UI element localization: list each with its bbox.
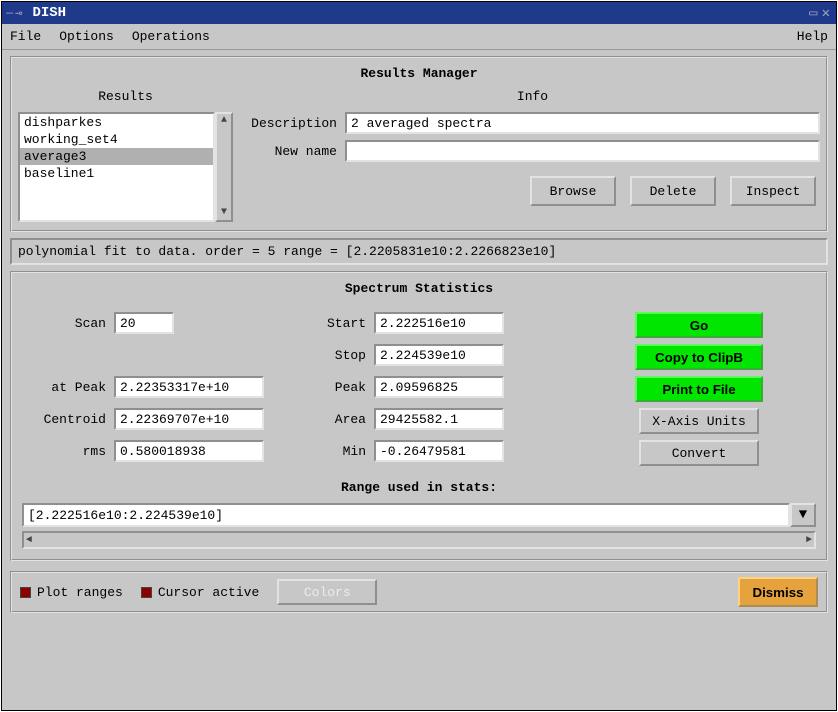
window-title: DISH [26,5,66,21]
scroll-left-icon[interactable]: ◄ [26,535,32,546]
dismiss-button[interactable]: Dismiss [738,577,818,607]
chevron-down-icon: ▼ [799,507,807,523]
plot-ranges-label: Plot ranges [37,585,123,600]
range-title: Range used in stats: [16,480,822,495]
browse-button[interactable]: Browse [530,176,616,206]
titlebar-left-icons: — ⊸ [2,6,26,21]
cursor-active-checkbox[interactable]: Cursor active [141,585,259,600]
app-window: — ⊸ DISH ▭ ✕ File Options Operations Hel… [1,1,837,711]
menu-help[interactable]: Help [797,29,828,44]
stop-label: Stop [306,348,374,363]
plot-ranges-checkbox[interactable]: Plot ranges [20,585,123,600]
results-listbox[interactable]: dishparkes working_set4 average3 baselin… [18,112,215,222]
checkbox-icon [141,587,152,598]
menubar: File Options Operations Help [2,24,836,50]
scroll-up-icon[interactable]: ▲ [221,114,227,128]
results-manager-title: Results Manager [18,62,820,89]
menu-file[interactable]: File [10,29,41,44]
at-peak-label: at Peak [16,380,114,395]
colors-button: Colors [277,579,377,605]
inspect-button[interactable]: Inspect [730,176,816,206]
peak-label: Peak [306,380,374,395]
cursor-active-label: Cursor active [158,585,259,600]
delete-button[interactable]: Delete [630,176,716,206]
start-input[interactable] [374,312,504,334]
area-input[interactable] [374,408,504,430]
centroid-input[interactable] [114,408,264,430]
range-hscrollbar[interactable]: ◄ ► [22,531,816,549]
titlebar-pin-icon[interactable]: ⊸ [15,6,22,21]
list-item[interactable]: dishparkes [20,114,213,131]
menu-operations[interactable]: Operations [132,29,210,44]
close-icon[interactable]: ✕ [822,5,830,22]
scroll-right-icon[interactable]: ► [806,535,812,546]
checkbox-icon [20,587,31,598]
start-label: Start [306,316,374,331]
stop-input[interactable] [374,344,504,366]
copy-clipb-button[interactable]: Copy to ClipB [635,344,763,370]
print-file-button[interactable]: Print to File [635,376,763,402]
list-item[interactable]: baseline1 [20,165,213,182]
description-label: Description [245,116,345,131]
list-item[interactable]: working_set4 [20,131,213,148]
range-dropdown-button[interactable]: ▼ [790,503,816,527]
centroid-label: Centroid [16,412,114,427]
titlebar[interactable]: — ⊸ DISH ▭ ✕ [2,2,836,24]
peak-input[interactable] [374,376,504,398]
spectrum-panel: Spectrum Statistics Scan at Peak Centroi… [10,271,828,561]
go-button[interactable]: Go [635,312,763,338]
rms-input[interactable] [114,440,264,462]
at-peak-input[interactable] [114,376,264,398]
titlebar-dash-icon[interactable]: — [6,6,13,21]
scan-input[interactable] [114,312,174,334]
results-label: Results [18,89,233,112]
spectrum-title: Spectrum Statistics [16,281,822,296]
description-input[interactable] [345,112,820,134]
range-input[interactable] [22,503,790,527]
rms-label: rms [16,444,114,459]
status-bar: polynomial fit to data. order = 5 range … [10,238,828,265]
newname-input[interactable] [345,140,820,162]
info-label: Info [245,89,820,112]
newname-label: New name [245,144,345,159]
xaxis-units-button[interactable]: X-Axis Units [639,408,759,434]
results-scrollbar[interactable]: ▲ ▼ [215,112,233,222]
minimize-icon[interactable]: ▭ [809,5,817,22]
scan-label: Scan [16,316,114,331]
results-manager-panel: Results Manager Results dishparkes worki… [10,56,828,232]
min-input[interactable] [374,440,504,462]
bottom-bar: Plot ranges Cursor active Colors Dismiss [10,571,828,613]
min-label: Min [306,444,374,459]
list-item[interactable]: average3 [20,148,213,165]
menu-options[interactable]: Options [59,29,114,44]
area-label: Area [306,412,374,427]
convert-button[interactable]: Convert [639,440,759,466]
scroll-down-icon[interactable]: ▼ [221,206,227,220]
